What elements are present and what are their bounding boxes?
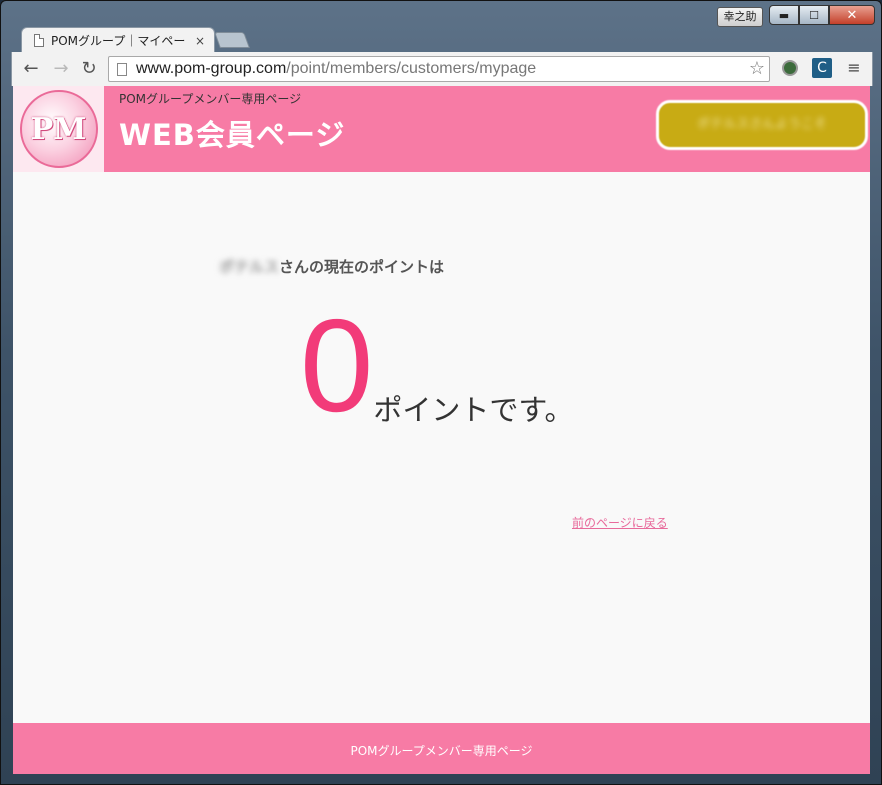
url-path: /point/members/customers/mypage bbox=[286, 60, 537, 77]
user-welcome-label: ポテルスさんようこそ bbox=[696, 117, 827, 132]
page-info-icon[interactable] bbox=[117, 62, 127, 76]
page-viewport: PM POMグループメンバー専用ページ WEB会員ページ ポテルスさんようこそ … bbox=[13, 86, 870, 774]
site-footer: POMグループメンバー専用ページ bbox=[13, 723, 870, 774]
tab-pom-mypage[interactable]: POMグループ｜マイペー × bbox=[21, 27, 215, 53]
new-tab-button[interactable] bbox=[214, 32, 250, 48]
page-icon bbox=[34, 34, 44, 47]
extension-c-icon[interactable]: C bbox=[812, 58, 832, 78]
header-subtitle: POMグループメンバー専用ページ bbox=[119, 92, 302, 106]
address-bar[interactable]: www.pom-group.com/point/members/customer… bbox=[108, 56, 770, 82]
maximize-button[interactable]: ☐ bbox=[799, 5, 829, 25]
member-name: ポテルス bbox=[219, 258, 280, 276]
close-window-button[interactable]: ✕ bbox=[829, 5, 875, 25]
points-display: 0ポイントです。 bbox=[300, 292, 574, 439]
extension-icon[interactable] bbox=[782, 60, 798, 76]
browser-toolbar: ← → ↻ www.pom-group.com/point/members/cu… bbox=[11, 52, 873, 86]
page-title: WEB会員ページ bbox=[119, 118, 346, 152]
browser-window: 幸之助 ▬ ☐ ✕ POMグループ｜マイペー × ← → ↻ www.pom-g… bbox=[0, 0, 882, 785]
url-text[interactable]: www.pom-group.com/point/members/customer… bbox=[136, 60, 536, 78]
url-host: www.pom-group.com bbox=[136, 60, 287, 77]
tab-close-icon[interactable]: × bbox=[192, 34, 208, 48]
reload-button[interactable]: ↻ bbox=[78, 58, 100, 80]
logo-image: PM bbox=[19, 90, 98, 168]
window-controls: ▬ ☐ ✕ bbox=[769, 5, 875, 27]
back-button[interactable]: ← bbox=[20, 58, 42, 80]
back-link[interactable]: 前のページに戻る bbox=[572, 514, 668, 531]
bookmark-star-icon[interactable]: ☆ bbox=[749, 58, 765, 79]
tab-title: POMグループ｜マイペー bbox=[51, 34, 186, 48]
points-label: ポテルスさんの現在のポイントは bbox=[219, 256, 444, 277]
browser-menu-icon[interactable]: ≡ bbox=[846, 58, 862, 78]
forward-button[interactable]: → bbox=[50, 58, 72, 80]
points-value: 0 bbox=[300, 292, 374, 439]
points-label-suffix: さんの現在のポイントは bbox=[279, 258, 445, 276]
points-unit: ポイントです。 bbox=[373, 393, 574, 427]
user-welcome-button[interactable]: ポテルスさんようこそ bbox=[656, 100, 868, 150]
pom-logo[interactable]: PM bbox=[13, 86, 104, 172]
profile-button[interactable]: 幸之助 bbox=[717, 7, 763, 27]
site-header: PM POMグループメンバー専用ページ WEB会員ページ ポテルスさんようこそ bbox=[13, 86, 870, 172]
minimize-button[interactable]: ▬ bbox=[769, 5, 799, 25]
footer-text: POMグループメンバー専用ページ bbox=[350, 744, 533, 758]
